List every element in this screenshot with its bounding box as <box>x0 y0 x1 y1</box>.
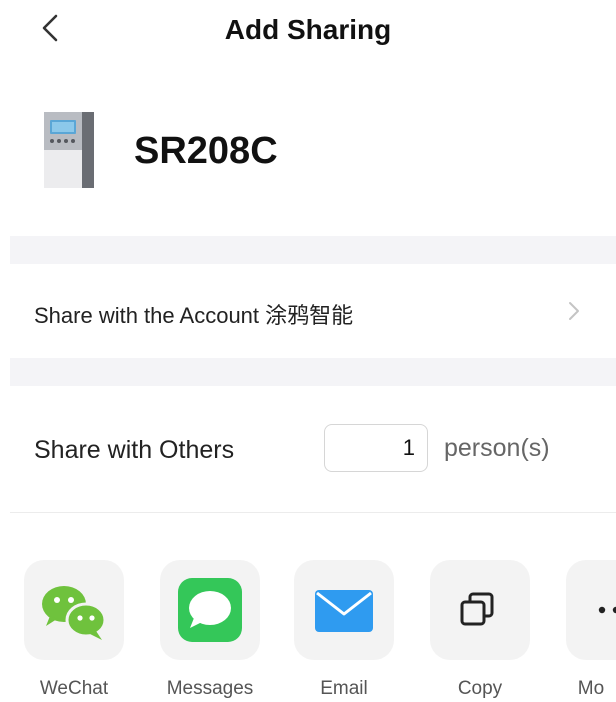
divider <box>10 512 616 513</box>
wechat-tile <box>24 560 124 660</box>
share-with-account-row[interactable]: Share with the Account 涂鸦智能 <box>10 264 616 358</box>
header: Add Sharing <box>0 0 616 64</box>
share-more-label: Mo <box>577 678 605 699</box>
page-title: Add Sharing <box>224 14 392 45</box>
share-copy-label: Copy <box>457 678 503 699</box>
share-with-account-label: Share with the Account 涂鸦智能 <box>34 303 354 328</box>
share-wechat-button[interactable]: WeChat <box>24 560 124 699</box>
more-tile <box>566 560 616 660</box>
device-name: SR208C <box>134 130 278 172</box>
device-info: SR208C <box>0 96 616 216</box>
copy-tile <box>430 560 530 660</box>
share-targets: WeChat Messages Email Copy Mo <box>0 560 616 702</box>
person-unit-label: person(s) <box>444 434 550 462</box>
share-with-others-label: Share with Others <box>34 436 235 464</box>
messages-tile <box>160 560 260 660</box>
share-email-button[interactable]: Email <box>294 560 394 699</box>
share-more-button[interactable]: Mo <box>566 560 616 699</box>
share-copy-button[interactable]: Copy <box>430 560 530 699</box>
email-tile <box>294 560 394 660</box>
share-messages-button[interactable]: Messages <box>160 560 260 699</box>
chevron-right-icon <box>566 298 582 324</box>
section-divider <box>10 358 616 386</box>
share-email-label: Email <box>320 678 368 699</box>
share-with-others-row: Share with Others person(s) <box>10 386 616 512</box>
person-count-input[interactable] <box>324 424 428 472</box>
share-messages-label: Messages <box>166 678 254 699</box>
device-controller-icon <box>38 110 98 190</box>
share-wechat-label: WeChat <box>39 678 109 699</box>
section-divider <box>10 236 616 264</box>
add-sharing-page: Add Sharing SR208C Share with the Accoun… <box>0 0 616 702</box>
